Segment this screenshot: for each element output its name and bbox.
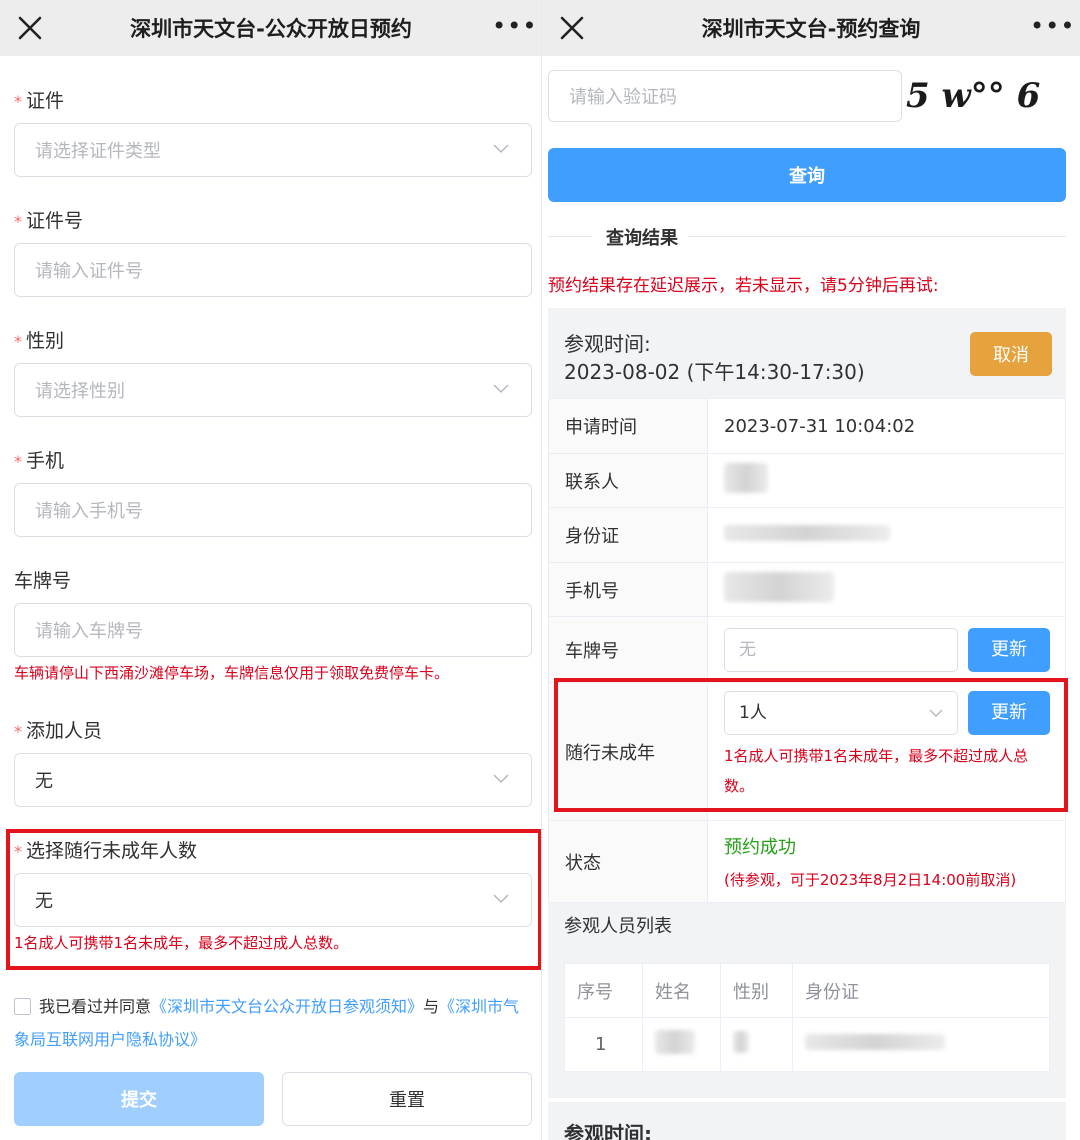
column-header: 序号 (564, 963, 643, 1018)
reset-button[interactable]: 重置 (282, 1072, 532, 1126)
agree-text: 我已看过并同意 (39, 997, 152, 1016)
section-title: 查询结果 (602, 224, 682, 250)
cancel-button[interactable]: 取消 (970, 332, 1052, 376)
agree-and-text: 与 (423, 997, 440, 1016)
minors-label: * 选择随行未成年人数 (14, 840, 198, 862)
agree-checkbox[interactable] (14, 998, 31, 1015)
page-title: 深圳市天文台-预约查询 (701, 17, 921, 41)
plate-key: 车牌号 (548, 616, 708, 683)
booking-card: 参观时间: (548, 1102, 1066, 1140)
blurred-contact (724, 463, 768, 493)
id-number-input[interactable]: 请输入证件号 (14, 243, 532, 297)
blurred-name (655, 1030, 695, 1054)
visit-time-value: 2023-08-02 (下午14:30-17:30) (564, 360, 865, 384)
status-key: 状态 (548, 820, 708, 903)
contact-key: 联系人 (548, 453, 708, 508)
plate-input[interactable]: 请输入车牌号 (14, 603, 532, 657)
blurred-gender (733, 1031, 749, 1053)
chevron-down-icon (493, 894, 509, 904)
booking-form-screen: 深圳市天文台-公众开放日预约 ••• * 证件 请选择证件类型 * 证件号 请输入证… (0, 0, 542, 1140)
blurred-id-card (805, 1034, 945, 1050)
id-card-key: 身份证 (548, 507, 708, 563)
people-table: 序号 姓名 性别 身份证 1 (564, 963, 1050, 1072)
plate-placeholder: 请输入车牌号 (35, 621, 143, 642)
gender-label: * 性别 (14, 330, 65, 352)
section-line (548, 236, 592, 237)
table-row: 申请时间 2023-07-31 10:04:02 (548, 398, 1066, 454)
column-header: 性别 (720, 963, 793, 1018)
table-header-row: 序号 姓名 性别 身份证 (564, 963, 1050, 1018)
phone-label: * 手机 (14, 450, 65, 472)
captcha-image[interactable]: 5 w°° 6 (906, 70, 1076, 122)
required-mark: * (14, 452, 22, 471)
submit-button[interactable]: 提交 (14, 1072, 264, 1126)
delay-notice: 预约结果存在延迟展示，若未显示，请5分钟后再试: (548, 276, 939, 296)
query-button[interactable]: 查询 (548, 148, 1066, 202)
booking-detail-table: 申请时间 2023-07-31 10:04:02 联系人 身份证 手机号 车牌号… (548, 398, 1066, 903)
chevron-down-icon (493, 384, 509, 394)
id-type-label: * 证件 (14, 90, 65, 112)
id-number-label: * 证件号 (14, 210, 84, 232)
plate-input[interactable]: 无 (724, 627, 958, 672)
minors-value: 无 (35, 891, 53, 912)
column-header: 姓名 (642, 963, 721, 1018)
table-row: 联系人 (548, 453, 1066, 508)
title-bar: 深圳市天文台-预约查询 ••• (542, 0, 1080, 56)
visit-time-label: 参观时间: (564, 332, 651, 356)
gender-placeholder: 请选择性别 (35, 381, 125, 402)
more-icon[interactable]: ••• (1030, 14, 1074, 42)
minors-hint: 1名成人可携带1名未成年，最多不超过成人总数。 (14, 934, 349, 952)
required-mark: * (14, 92, 22, 111)
required-mark: * (14, 722, 22, 741)
status-value: 预约成功 (724, 837, 796, 858)
id-type-select[interactable]: 请选择证件类型 (14, 123, 532, 177)
page-title: 深圳市天文台-公众开放日预约 (130, 17, 412, 41)
add-person-select[interactable]: 无 (14, 753, 532, 807)
phone-placeholder: 请输入手机号 (35, 501, 143, 522)
title-bar: 深圳市天文台-公众开放日预约 ••• (0, 0, 542, 56)
table-row: 1 (564, 1017, 1050, 1072)
minors-select[interactable]: 无 (14, 873, 532, 927)
id-type-placeholder: 请选择证件类型 (35, 141, 161, 162)
required-mark: * (14, 842, 22, 861)
apply-time-key: 申请时间 (548, 398, 708, 454)
plate-hint: 车辆请停山下西涌沙滩停车场，车牌信息仅用于领取免费停车卡。 (14, 664, 450, 682)
table-row: 状态 预约成功 (待参观，可于2023年8月2日14:00前取消) (548, 820, 1066, 903)
column-header: 身份证 (792, 963, 1050, 1018)
row-index: 1 (564, 1017, 643, 1072)
people-list-title: 参观人员列表 (564, 916, 672, 937)
captcha-input[interactable]: 请输入验证码 (548, 70, 902, 122)
agreement: 我已看过并同意《深圳市天文台公众开放日参观须知》与《深圳市气象局互联网用户隐私协… (14, 990, 524, 1056)
table-row: 车牌号 无更新 (548, 616, 1066, 683)
close-icon[interactable] (14, 12, 46, 44)
phone-key: 手机号 (548, 562, 708, 617)
close-icon[interactable] (556, 12, 588, 44)
required-mark: * (14, 332, 22, 351)
chevron-down-icon (493, 774, 509, 784)
id-number-placeholder: 请输入证件号 (35, 261, 143, 282)
visit-notice-link[interactable]: 《深圳市天文台公众开放日参观须知》 (151, 997, 423, 1016)
booking-query-screen: 深圳市天文台-预约查询 ••• 请输入验证码 5 w°° 6 查询 查询结果 预… (542, 0, 1080, 1140)
chevron-down-icon (493, 144, 509, 154)
blurred-id-card (724, 524, 890, 541)
add-person-value: 无 (35, 771, 53, 792)
add-person-label: * 添加人员 (14, 720, 103, 742)
more-icon[interactable]: ••• (492, 14, 536, 42)
update-plate-button[interactable]: 更新 (968, 627, 1050, 672)
table-row: 身份证 (548, 507, 1066, 563)
required-mark: * (14, 212, 22, 231)
visit-time-label: 参观时间: (564, 1122, 652, 1140)
status-sub: (待参观，可于2023年8月2日14:00前取消) (724, 871, 1017, 889)
captcha-placeholder: 请输入验证码 (569, 87, 677, 108)
plate-label: 车牌号 (14, 570, 72, 592)
blurred-phone (724, 572, 834, 602)
apply-time-value: 2023-07-31 10:04:02 (707, 398, 1066, 454)
section-line (688, 236, 1066, 237)
phone-input[interactable]: 请输入手机号 (14, 483, 532, 537)
table-row: 手机号 (548, 562, 1066, 617)
gender-select[interactable]: 请选择性别 (14, 363, 532, 417)
highlight-box (554, 678, 1068, 812)
